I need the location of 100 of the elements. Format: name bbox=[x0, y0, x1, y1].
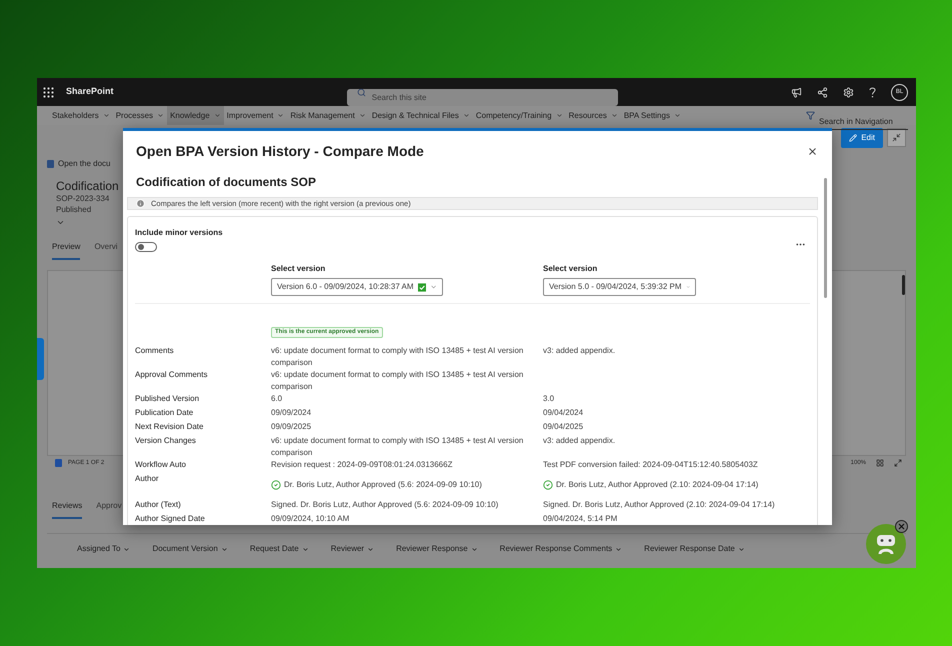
select-label: Select version bbox=[543, 263, 598, 276]
compare-value: Signed. Dr. Boris Lutz, Author Approved (5.6: 2024-09-09 10:10) bbox=[271, 499, 500, 512]
compare-value: 09/09/2024 bbox=[271, 407, 312, 420]
chevron-down-icon bbox=[674, 112, 681, 119]
word-file-icon bbox=[55, 459, 62, 467]
chevron-down-icon bbox=[615, 546, 622, 552]
compare-value: v3: added appendix. bbox=[543, 435, 616, 448]
compare-value: 09/04/2024 bbox=[543, 407, 584, 420]
chevron-down-icon bbox=[157, 112, 164, 119]
open-document-link[interactable]: Open the docu bbox=[58, 158, 110, 170]
nav-item[interactable]: Knowledge bbox=[167, 106, 224, 125]
document-status: Published bbox=[56, 204, 92, 215]
compare-value: Dr. Boris Lutz, Author Approved (5.6: 2024-09-09 10:10) bbox=[284, 479, 482, 492]
compare-value: v6: update document format to comply with ISO 13485 + test AI version comparison bbox=[271, 369, 524, 394]
field-label: Next Revision Date bbox=[135, 421, 204, 434]
scrollbar-thumb[interactable] bbox=[902, 275, 905, 295]
site-search-field[interactable]: Search this site bbox=[346, 88, 618, 106]
fullscreen-icon[interactable] bbox=[894, 459, 902, 467]
chevron-down-icon bbox=[738, 546, 745, 552]
nav-item[interactable]: Stakeholders bbox=[49, 106, 113, 125]
compare-value: 09/09/2025 bbox=[271, 421, 312, 434]
collapse-icon bbox=[892, 133, 901, 142]
chevron-down-icon bbox=[123, 546, 130, 552]
dialog-subtitle: Codification of documents SOP bbox=[136, 174, 318, 191]
document-code: SOP-2023-334 bbox=[56, 193, 110, 204]
filter-icon bbox=[806, 110, 815, 120]
field-label: Version Changes bbox=[135, 435, 197, 448]
compare-value: Dr. Boris Lutz, Author Approved (2.10: 2024-09-04 17:14) bbox=[556, 479, 758, 492]
page-title: Codification bbox=[56, 179, 120, 193]
compare-value: v3: added appendix. bbox=[543, 345, 616, 358]
settings-icon[interactable] bbox=[843, 86, 854, 98]
chevron-down-icon bbox=[470, 546, 478, 552]
signed-check-icon bbox=[271, 480, 281, 490]
collapse-button[interactable] bbox=[887, 128, 906, 147]
section-tab[interactable]: Approv bbox=[96, 500, 122, 519]
pencil-icon bbox=[849, 134, 858, 142]
search-icon bbox=[356, 88, 366, 96]
toggle-label: Include minor versions bbox=[135, 227, 223, 240]
signed-check-icon bbox=[543, 480, 553, 490]
close-icon[interactable] bbox=[807, 146, 818, 157]
compare-value: v6: update document format to comply with ISO 13485 + test AI version comparison bbox=[271, 435, 524, 460]
column-header[interactable]: Reviewer Response Comments bbox=[500, 543, 622, 555]
chevron-down-icon bbox=[277, 112, 284, 119]
page-tab[interactable]: Overvi bbox=[94, 241, 118, 260]
info-icon bbox=[136, 199, 145, 208]
field-label: Author Signed Date bbox=[135, 513, 206, 525]
version-dropdown[interactable]: Version 5.0 - 09/04/2024, 5:39:32 PM bbox=[543, 278, 696, 296]
field-label: Publication Date bbox=[135, 407, 194, 420]
field-label: Workflow Auto bbox=[135, 459, 187, 472]
field-label: Author (Text) bbox=[135, 499, 182, 512]
nav-item[interactable]: Resources bbox=[566, 106, 621, 125]
section-tab[interactable]: Reviews bbox=[52, 500, 82, 519]
view-options-icon[interactable] bbox=[876, 459, 884, 467]
chevron-down-icon bbox=[102, 112, 110, 119]
compare-value: 09/09/2024, 10:10 AM bbox=[271, 513, 350, 525]
chevron-down-icon bbox=[610, 112, 618, 119]
document-icon bbox=[47, 160, 54, 168]
app-name: SharePoint bbox=[66, 85, 114, 98]
column-header[interactable]: Request Date bbox=[250, 543, 309, 555]
chevron-down-icon bbox=[556, 112, 563, 119]
column-header[interactable]: Reviewer Response bbox=[396, 543, 478, 555]
side-panel-handle[interactable] bbox=[37, 338, 44, 380]
chevron-down-icon bbox=[302, 546, 309, 552]
select-label: Select version bbox=[271, 263, 326, 276]
column-header[interactable]: Document Version bbox=[152, 543, 228, 555]
nav-item[interactable]: BPA Settings bbox=[620, 106, 684, 125]
expand-icon[interactable] bbox=[56, 218, 65, 227]
column-header[interactable]: Reviewer bbox=[330, 543, 374, 555]
nav-item[interactable]: Improvement bbox=[224, 106, 288, 125]
approved-check-icon bbox=[418, 282, 426, 292]
chevron-down-icon bbox=[462, 112, 470, 119]
toggle-switch[interactable] bbox=[135, 242, 157, 252]
compare-value: Signed. Dr. Boris Lutz, Author Approved (2.10: 2024-09-04 17:14) bbox=[543, 499, 776, 512]
chevron-down-icon bbox=[214, 112, 221, 119]
column-header[interactable]: Reviewer Response Date bbox=[644, 543, 745, 555]
compare-value: Revision request : 2024-09-09T08:01:24.0313666Z bbox=[271, 459, 454, 472]
megaphone-icon[interactable] bbox=[791, 86, 802, 98]
compare-value: 3.0 bbox=[543, 393, 556, 406]
edit-button[interactable]: Edit bbox=[841, 128, 883, 148]
close-icon[interactable] bbox=[895, 520, 908, 533]
column-header[interactable]: Assigned To bbox=[77, 543, 130, 555]
field-label: Approval Comments bbox=[135, 369, 208, 382]
nav-item[interactable]: Competency/Training bbox=[472, 106, 566, 125]
page-tab[interactable]: Preview bbox=[52, 241, 80, 260]
nav-item[interactable]: Risk Management bbox=[287, 106, 369, 125]
dialog-title: Open BPA Version History - Compare Mode bbox=[136, 142, 424, 161]
chatbot-icon[interactable] bbox=[866, 524, 906, 564]
chevron-down-icon bbox=[220, 546, 228, 552]
field-label: Published Version bbox=[135, 393, 200, 406]
chevron-down-icon bbox=[358, 112, 366, 119]
version-dropdown[interactable]: Version 6.0 - 09/09/2024, 10:28:37 AM bbox=[271, 278, 443, 296]
app-launcher-icon[interactable] bbox=[43, 86, 54, 98]
help-icon[interactable] bbox=[869, 86, 876, 98]
compare-value: Test PDF conversion failed: 2024-09-04T15:12:40.5805403Z bbox=[543, 459, 759, 472]
nav-item[interactable]: Processes bbox=[112, 106, 168, 125]
scrollbar-thumb[interactable] bbox=[824, 178, 826, 298]
share-icon[interactable] bbox=[817, 86, 828, 98]
compare-value: 6.0 bbox=[271, 393, 284, 406]
compare-value: 09/04/2024, 5:14 PM bbox=[543, 513, 618, 525]
nav-item[interactable]: Design & Technical Files bbox=[368, 106, 473, 125]
